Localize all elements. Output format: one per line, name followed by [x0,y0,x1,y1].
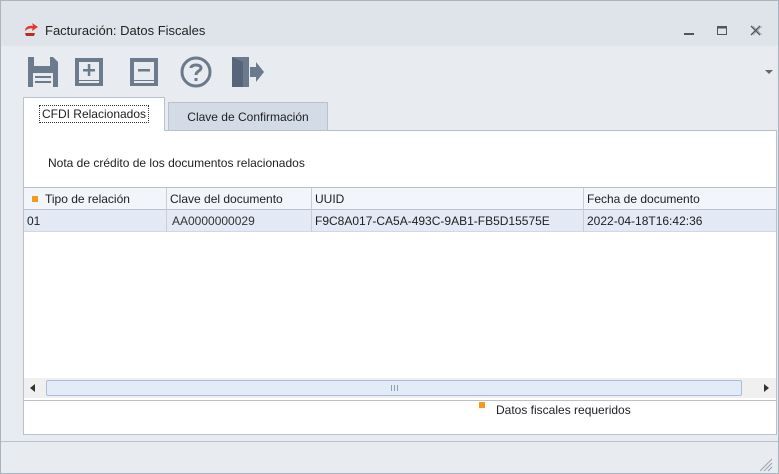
cell-fecha-documento[interactable]: 2022-04-18T16:42:36 [584,210,776,232]
grid-header: Tipo de relación Clave del documento UUI… [24,188,776,210]
cell-tipo-relacion[interactable]: 01 [24,210,167,232]
exit-icon[interactable] [229,54,265,90]
app-icon [25,23,38,36]
required-marker [479,402,485,408]
section-note: Nota de crédito de los documentos relaci… [48,156,305,170]
minimize-icon[interactable] [680,23,698,39]
scrollbar-thumb[interactable] [46,380,742,396]
cell-clave-documento[interactable]: AA0000000029 [167,210,312,232]
tab-cfdi-relacionados[interactable]: CFDI Relacionados [23,97,165,131]
scroll-right-icon[interactable] [759,382,773,394]
column-header-uuid[interactable]: UUID [312,188,584,210]
horizontal-scrollbar[interactable] [24,378,776,398]
close-icon[interactable] [747,23,765,39]
remove-row-icon[interactable] [126,54,162,90]
maximize-icon[interactable] [713,23,731,39]
table-row[interactable]: 01 AA0000000029 F9C8A017-CA5A-493C-9AB1-… [24,210,776,232]
tab-clave-confirmacion[interactable]: Clave de Confirmación [168,102,328,131]
window-title: Facturación: Datos Fiscales [45,23,206,38]
required-marker [32,196,38,202]
tab-label: Clave de Confirmación [187,110,309,124]
app-window: Facturación: Datos Fiscales CFDI Relacio… [0,0,779,474]
save-icon[interactable] [25,54,61,90]
resize-grip-icon[interactable] [755,454,773,472]
data-grid[interactable]: Tipo de relación Clave del documento UUI… [24,187,776,401]
toolbar [1,46,778,96]
required-legend: Datos fiscales requeridos [479,402,631,417]
chevron-down-icon[interactable] [764,68,774,76]
column-header-tipo-relacion[interactable]: Tipo de relación [24,188,167,210]
grip-icon [391,385,398,391]
status-bar [1,441,778,473]
scroll-left-icon[interactable] [26,382,40,394]
title-bar[interactable]: Facturación: Datos Fiscales [1,1,778,46]
column-header-fecha-documento[interactable]: Fecha de documento [584,188,776,210]
tab-panel: Nota de crédito de los documentos relaci… [23,130,777,435]
tab-label: CFDI Relacionados [38,105,150,123]
help-icon[interactable] [178,54,214,90]
cell-uuid[interactable]: F9C8A017-CA5A-493C-9AB1-FB5D15575E [312,210,584,232]
add-row-icon[interactable] [71,54,107,90]
column-header-clave-documento[interactable]: Clave del documento [167,188,312,210]
